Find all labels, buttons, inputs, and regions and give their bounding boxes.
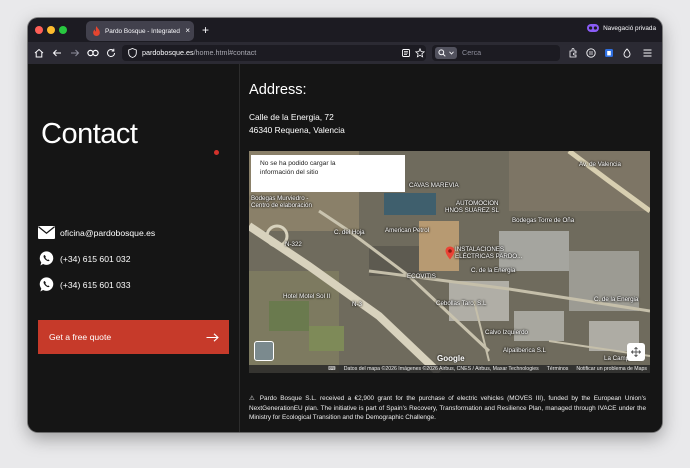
search-bar[interactable]: Cerca: [432, 45, 560, 61]
map-error-message: No se ha podido cargar la información de…: [251, 155, 405, 192]
extensions-icon[interactable]: [566, 46, 580, 60]
map-label[interactable]: Centro de elaboración: [251, 202, 312, 209]
search-input[interactable]: Cerca: [462, 48, 481, 57]
map-label[interactable]: CAVAS MAREVIA: [409, 182, 459, 189]
home-icon[interactable]: [32, 46, 46, 60]
chevron-down-icon: [449, 51, 454, 55]
reader-view-icon[interactable]: [402, 49, 410, 57]
map-label[interactable]: HNOS SUAREZ SL: [445, 207, 499, 214]
phone-row-2[interactable]: (+34) 615 601 033: [38, 277, 130, 292]
phone-link-1[interactable]: (+34) 615 601 032: [60, 254, 130, 264]
url-domain: pardobosque.es: [142, 48, 194, 57]
tab-title: Pardo Bosque - Integrated Elec: [105, 27, 182, 35]
email-link[interactable]: oficina@pardobosque.es: [60, 228, 155, 238]
browser-window: Pardo Bosque - Integrated Elec × + Naveg…: [28, 18, 662, 432]
whatsapp-icon: [39, 251, 54, 266]
report-problem-link[interactable]: Notificar un problema de Maps: [576, 366, 647, 372]
tab-strip: Pardo Bosque - Integrated Elec × + Naveg…: [28, 18, 662, 42]
map-label: N-322: [285, 241, 302, 248]
contact-title: Contact: [41, 118, 138, 150]
map-label[interactable]: INSTALACIONES: [455, 246, 504, 253]
map-label[interactable]: ELÉCTRICAS PARDO...: [455, 253, 522, 260]
map-label[interactable]: ECOVITIS: [407, 273, 436, 280]
google-map[interactable]: No se ha podido cargar la información de…: [249, 151, 650, 373]
private-browsing-indicator: Navegació privada: [587, 24, 656, 32]
whatsapp-icon: [39, 277, 54, 292]
terms-link[interactable]: Términos: [547, 366, 569, 372]
profile-icon[interactable]: [620, 46, 634, 60]
close-window-button[interactable]: [35, 26, 43, 34]
back-icon[interactable]: [50, 46, 64, 60]
keyboard-shortcuts-icon[interactable]: ⌨: [328, 366, 336, 372]
map-error-line-2: información del sitio: [260, 168, 319, 176]
map-label: N-3: [352, 301, 362, 308]
url-path: /home.html#contact: [193, 48, 257, 57]
get-quote-label: Get a free quote: [49, 332, 112, 342]
address-heading: Address:: [249, 82, 307, 98]
map-label: Av. de Valencia: [579, 161, 621, 168]
navigation-toolbar: pardobosque.es/home.html#contact Cerca: [28, 42, 662, 64]
email-row[interactable]: oficina@pardobosque.es: [38, 225, 155, 240]
url-text: pardobosque.es/home.html#contact: [142, 48, 256, 57]
forward-icon[interactable]: [68, 46, 82, 60]
tab-pardo-bosque[interactable]: Pardo Bosque - Integrated Elec ×: [86, 21, 194, 41]
flame-icon: [93, 26, 100, 36]
envelope-icon: [38, 226, 55, 239]
address-line-1: Calle de la Energia, 72: [249, 112, 334, 122]
search-engine-selector[interactable]: [435, 47, 457, 59]
grant-notice: ⚠ Pardo Bosque S.L. received a €2,900 gr…: [249, 395, 646, 422]
map-footer: ⌨ Datos del mapa ©2026 Imágenes ©2026 Ai…: [249, 365, 650, 373]
close-tab-icon[interactable]: ×: [185, 27, 190, 35]
map-label[interactable]: Alpaliberica S.L: [503, 347, 546, 354]
map-label[interactable]: American Petrol: [385, 227, 429, 234]
fullscreen-control-icon[interactable]: [627, 343, 645, 361]
map-label: C. de la Energia: [471, 267, 516, 274]
map-label[interactable]: Hotel Motel Sol II: [283, 293, 330, 300]
arrow-right-icon: [206, 332, 219, 342]
minimize-window-button[interactable]: [47, 26, 55, 34]
google-logo: Google: [437, 354, 465, 363]
phone-link-2[interactable]: (+34) 615 601 033: [60, 280, 130, 290]
map-attribution: Datos del mapa ©2026 Imágenes ©2026 Airb…: [343, 366, 539, 372]
map-label: C. del Hoja: [334, 229, 365, 236]
shield-icon[interactable]: [128, 48, 137, 58]
address-line-2: 46340 Requena, Valencia: [249, 125, 345, 135]
map-label[interactable]: Bodegas Torre de Oña: [512, 217, 574, 224]
reload-icon[interactable]: [104, 46, 118, 60]
map-label[interactable]: Calvo Izquierdo: [485, 329, 528, 336]
get-quote-button[interactable]: Get a free quote: [38, 320, 229, 354]
column-divider: [239, 64, 240, 432]
url-bar[interactable]: pardobosque.es/home.html#contact: [122, 45, 426, 61]
phone-row-1[interactable]: (+34) 615 601 032: [38, 251, 130, 266]
account-icon[interactable]: [584, 46, 598, 60]
menu-icon[interactable]: [640, 46, 654, 60]
map-error-line-1: No se ha podido cargar la: [260, 160, 336, 167]
decorative-dot: [214, 150, 219, 155]
maximize-window-button[interactable]: [59, 26, 67, 34]
map-label: C. de la Energia: [594, 296, 639, 303]
map-layer-thumbnail[interactable]: [254, 341, 274, 361]
private-label: Navegació privada: [603, 24, 656, 32]
map-label[interactable]: AUTOMOCION: [456, 200, 499, 207]
private-mask-icon: [587, 24, 600, 32]
map-label[interactable]: Cebollas Taro, S.L: [436, 300, 486, 307]
map-label[interactable]: Bodegas Murviedro -: [251, 195, 308, 202]
page-content: Contact oficina@pardobosque.es (+34) 615…: [28, 64, 662, 432]
password-manager-icon[interactable]: [602, 46, 616, 60]
search-icon: [438, 49, 446, 57]
private-browsing-icon[interactable]: [86, 46, 100, 60]
location-pin-icon[interactable]: [445, 246, 455, 260]
bookmark-star-icon[interactable]: [415, 48, 425, 58]
new-tab-icon[interactable]: +: [202, 22, 209, 38]
